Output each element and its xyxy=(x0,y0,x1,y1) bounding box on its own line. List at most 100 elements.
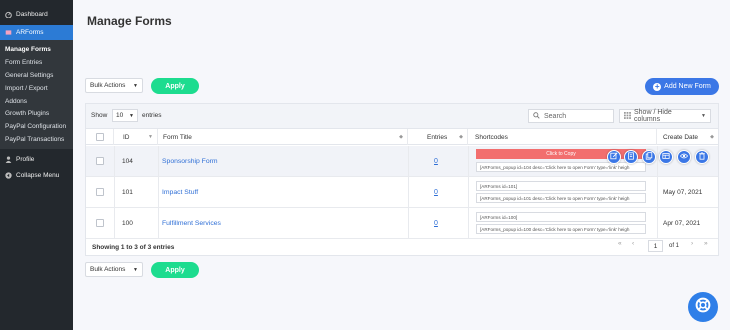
row-checkbox[interactable] xyxy=(96,188,104,196)
apply-button-bottom[interactable]: Apply xyxy=(151,262,199,278)
shortcode-popup-field[interactable]: [ARForms_popup id=100 desc='Click here t… xyxy=(476,224,646,234)
document-icon xyxy=(627,152,635,162)
row-id: 104 xyxy=(122,157,133,165)
shortcode-field[interactable]: [ARForms id=101] xyxy=(476,181,646,191)
column-form-title[interactable]: Form Title ◆ xyxy=(158,129,408,145)
sort-icon: ◆ xyxy=(399,134,403,140)
row-checkbox[interactable] xyxy=(96,157,104,165)
preview-form-button[interactable] xyxy=(677,150,691,164)
sidebar-item-label: Profile xyxy=(16,155,35,163)
sidebar-item-paypal-transactions[interactable]: PayPal Transactions xyxy=(0,133,73,146)
sidebar-item-collapse[interactable]: Collapse Menu xyxy=(0,167,73,183)
table-header: ID ▼ Form Title ◆ Entries ◆ Shortcodes C… xyxy=(86,128,718,145)
next-page-button[interactable]: › xyxy=(691,240,693,247)
first-page-button[interactable]: « xyxy=(618,240,622,247)
sidebar-item-addons[interactable]: Addons xyxy=(0,95,73,108)
sidebar-item-arforms[interactable]: ARForms xyxy=(0,25,73,40)
caret-down-icon: ▼ xyxy=(701,113,706,119)
entries-count-link[interactable]: 0 xyxy=(434,146,438,176)
bulk-actions-label: Bulk Actions xyxy=(90,82,126,89)
caret-down-icon: ▼ xyxy=(133,82,138,89)
create-date: May 07, 2021 xyxy=(663,188,703,196)
column-shortcodes: Shortcodes xyxy=(468,129,657,145)
entries-count-link[interactable]: 0 xyxy=(434,208,438,238)
bulk-actions-select-bottom[interactable]: Bulk Actions ▼ xyxy=(85,262,143,277)
show-hide-columns-button[interactable]: Show / Hide columns ▼ xyxy=(619,109,711,123)
sidebar-item-paypal-configuration[interactable]: PayPal Configuration xyxy=(0,120,73,133)
row-id: 101 xyxy=(122,188,133,196)
form-title-link[interactable]: Impact Stuff xyxy=(162,177,198,207)
shortcode-popup-field[interactable]: [ARForms_popup id=104 desc='Click here t… xyxy=(476,162,646,172)
table-row: 100 Fulfillment Services 0 [ARForms id=1… xyxy=(86,208,718,239)
duplicate-form-button[interactable] xyxy=(642,150,656,164)
select-all-checkbox[interactable] xyxy=(95,133,104,141)
plus-icon: + xyxy=(653,81,662,91)
help-button[interactable] xyxy=(688,292,718,322)
sidebar-item-growth-plugins[interactable]: Growth Plugins xyxy=(0,107,73,120)
column-id-label: ID xyxy=(123,133,130,141)
delete-form-button[interactable] xyxy=(695,150,709,164)
row-checkbox[interactable] xyxy=(96,219,104,227)
sort-icon: ◆ xyxy=(459,134,463,140)
prev-page-button[interactable]: ‹ xyxy=(632,240,634,247)
edit-form-button[interactable] xyxy=(607,150,621,164)
sidebar-item-profile[interactable]: Profile xyxy=(0,151,73,167)
apply-button[interactable]: Apply xyxy=(151,78,199,94)
column-entries[interactable]: Entries ◆ xyxy=(408,129,468,145)
sidebar-item-label: ARForms xyxy=(16,29,44,36)
export-form-button[interactable] xyxy=(659,150,673,164)
entries-label: entries xyxy=(142,112,162,119)
search-placeholder: Search xyxy=(544,112,567,120)
sidebar-item-import-export[interactable]: Import / Export xyxy=(0,82,73,95)
last-page-button[interactable]: » xyxy=(704,240,708,247)
sidebar-item-general-settings[interactable]: General Settings xyxy=(0,69,73,82)
page-length-select[interactable]: 10 ▼ xyxy=(112,109,138,122)
page-length-value: 10 xyxy=(116,112,124,119)
copy-icon xyxy=(645,152,653,162)
sidebar-item-form-entries[interactable]: Form Entries xyxy=(0,56,73,69)
sidebar-item-manage-forms[interactable]: Manage Forms xyxy=(0,43,73,56)
lifebuoy-icon xyxy=(695,297,711,318)
bulk-actions-select[interactable]: Bulk Actions ▼ xyxy=(85,78,143,93)
caret-down-icon: ▼ xyxy=(129,112,134,119)
row-id: 100 xyxy=(122,219,133,227)
sort-down-icon: ▼ xyxy=(148,134,153,140)
arforms-icon xyxy=(5,29,12,36)
shortcode-popup-field[interactable]: [ARForms_popup id=101 desc='Click here t… xyxy=(476,193,646,203)
form-title-link[interactable]: Fulfillment Services xyxy=(162,208,221,238)
form-entries-button[interactable] xyxy=(624,150,638,164)
table-row: 104 Sponsorship Form 0 Click to Copy [AR… xyxy=(86,146,718,177)
add-new-form-label: Add New Form xyxy=(664,83,711,90)
search-icon xyxy=(533,111,540,121)
edit-icon xyxy=(610,152,618,162)
eye-icon xyxy=(679,152,689,162)
arforms-submenu: Manage Forms Form Entries General Settin… xyxy=(0,40,73,150)
user-icon xyxy=(5,156,12,163)
search-input[interactable]: Search xyxy=(528,109,614,123)
form-title-link[interactable]: Sponsorship Form xyxy=(162,146,218,176)
collapse-icon xyxy=(5,171,12,179)
admin-sidebar: Dashboard ARForms Manage Forms Form Entr… xyxy=(0,0,73,330)
grid-icon xyxy=(624,111,631,121)
add-new-form-button[interactable]: + Add New Form xyxy=(645,78,719,95)
shortcode-field[interactable]: [ARForms id=100] xyxy=(476,212,646,222)
caret-down-icon: ▼ xyxy=(133,266,138,273)
trash-icon xyxy=(698,152,706,162)
show-hide-label: Show / Hide columns xyxy=(634,109,672,123)
create-date: Apr 07, 2021 xyxy=(663,219,701,227)
row-checkbox-cell xyxy=(96,146,104,176)
column-id[interactable]: ID ▼ xyxy=(114,129,158,145)
column-title-label: Form Title xyxy=(163,133,192,141)
select-all-cell xyxy=(86,129,114,145)
table-info: Showing 1 to 3 of 3 entries xyxy=(92,244,175,251)
forms-table: Show 10 ▼ entries Search Show / Hide col… xyxy=(85,103,719,256)
sidebar-item-dashboard[interactable]: Dashboard xyxy=(0,3,73,25)
entries-count-link[interactable]: 0 xyxy=(434,177,438,207)
sidebar-item-label: Dashboard xyxy=(16,10,48,18)
bulk-actions-label: Bulk Actions xyxy=(90,266,126,273)
page-title: Manage Forms xyxy=(87,14,172,28)
column-create-date[interactable]: Create Date ◆ xyxy=(657,129,718,145)
table-row: 101 Impact Stuff 0 [ARForms id=101] [ARF… xyxy=(86,177,718,208)
page-number-input[interactable]: 1 xyxy=(648,240,663,252)
show-label: Show xyxy=(91,112,108,119)
